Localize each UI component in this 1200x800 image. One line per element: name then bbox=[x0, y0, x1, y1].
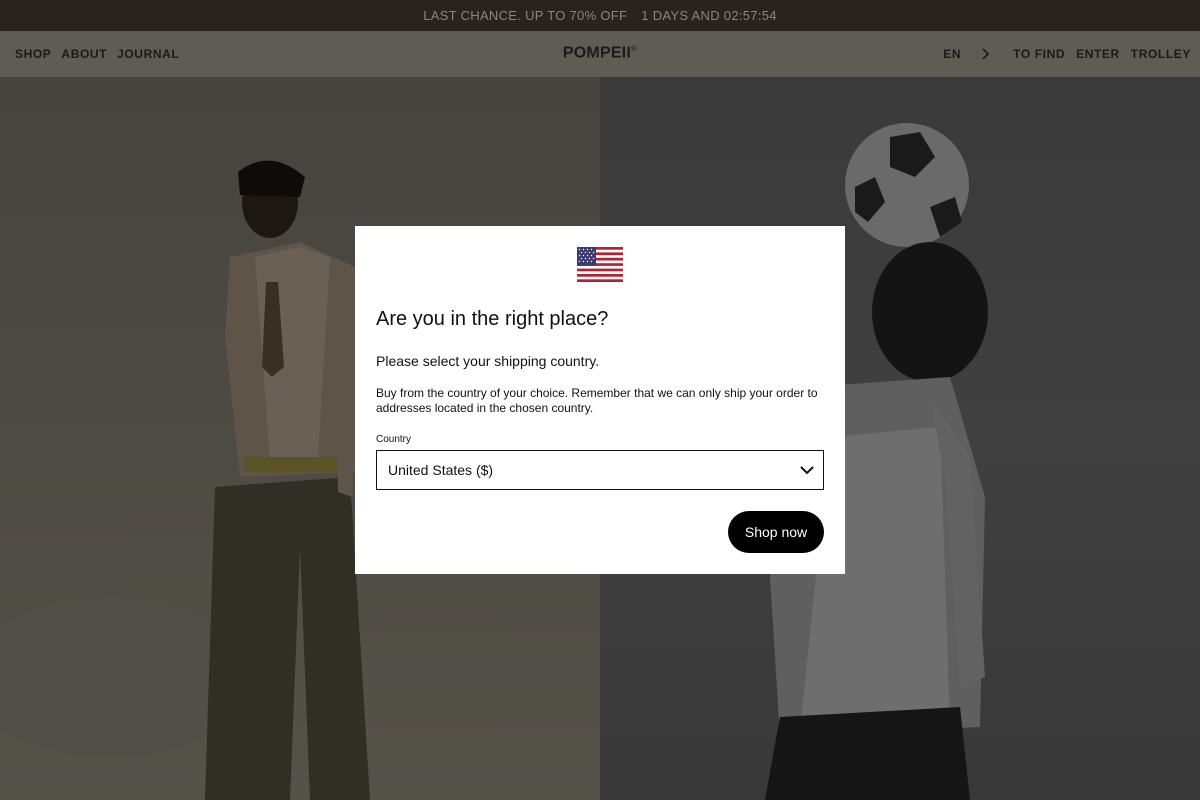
promo-countdown: 1 DAYS AND 02:57:54 bbox=[641, 8, 777, 23]
nav-shop-link[interactable]: SHOP bbox=[15, 47, 51, 61]
promo-bar: LAST CHANCE. UP TO 70% OFF 1 DAYS AND 02… bbox=[0, 0, 1200, 31]
shop-now-button[interactable]: Shop now bbox=[728, 511, 824, 553]
nav-right: EN TO FIND ENTER TROLLEY bbox=[943, 47, 1191, 61]
promo-text: LAST CHANCE. UP TO 70% OFF bbox=[423, 8, 628, 23]
nav-journal-link[interactable]: JOURNAL bbox=[117, 47, 179, 61]
brand-logo-text: POMPEII bbox=[562, 44, 631, 62]
modal-subtitle: Please select your shipping country. bbox=[376, 353, 600, 369]
nav-enter-link[interactable]: ENTER bbox=[1076, 47, 1120, 61]
brand-logo-mark: ® bbox=[630, 44, 638, 53]
brand-logo[interactable]: POMPEII® bbox=[563, 44, 637, 62]
modal-description: Buy from the country of your choice. Rem… bbox=[376, 386, 818, 415]
modal-title: Are you in the right place? bbox=[376, 308, 609, 330]
country-select[interactable]: United States ($) bbox=[376, 450, 824, 490]
nav-find-link[interactable]: TO FIND bbox=[1013, 47, 1065, 61]
nav-trolley-link[interactable]: TROLLEY bbox=[1131, 47, 1191, 61]
chevron-right-icon[interactable] bbox=[980, 48, 990, 60]
us-flag-icon bbox=[577, 247, 623, 282]
nav-left: SHOP ABOUT JOURNAL bbox=[15, 47, 179, 61]
header-nav: SHOP ABOUT JOURNAL POMPEII® EN TO FIND E… bbox=[0, 31, 1200, 77]
country-selector-modal: Are you in the right place? Please selec… bbox=[355, 226, 845, 574]
chevron-down-icon bbox=[800, 466, 814, 475]
language-selector[interactable]: EN bbox=[943, 47, 961, 61]
country-select-value: United States ($) bbox=[388, 462, 494, 478]
country-label: Country bbox=[376, 434, 412, 445]
nav-about-link[interactable]: ABOUT bbox=[61, 47, 107, 61]
